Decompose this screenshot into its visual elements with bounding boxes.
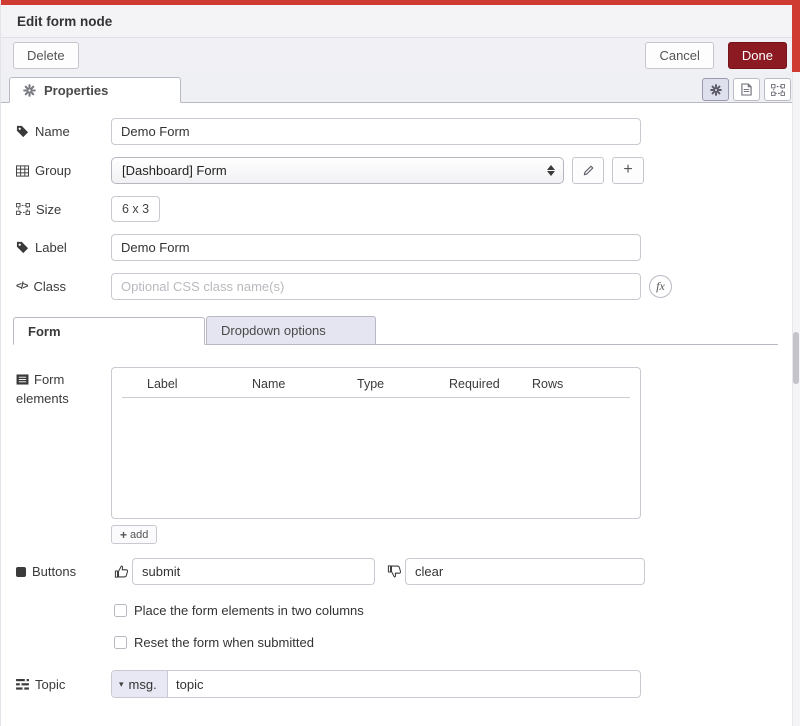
editor-bar-buttons [702,78,791,101]
label-label: Label [16,240,111,255]
reset-option: Reset the form when submitted [114,635,793,650]
clear-button-text-input[interactable] [405,558,645,585]
square-icon [16,567,26,577]
dialog-title: Edit form node [17,14,112,29]
show-appearance-button[interactable] [764,78,791,101]
tab-dropdown-options[interactable]: Dropdown options [206,316,376,344]
select-arrows-icon [547,165,555,176]
two-columns-label[interactable]: Place the form elements in two columns [134,603,364,618]
group-select[interactable]: [Dashboard] Form [111,157,564,184]
topic-label: Topic [16,677,111,692]
topic-typed-input[interactable]: ▾ msg. topic [111,670,641,698]
plus-icon: + [120,528,127,542]
class-input[interactable] [111,273,641,300]
group-row: Group [Dashboard] Form + [16,157,793,184]
gear-icon [710,84,722,96]
gear-icon [23,84,36,97]
group-label: Group [16,163,111,178]
scrollbar-thumb[interactable] [793,332,799,384]
reset-checkbox[interactable] [114,636,127,649]
reset-label[interactable]: Reset the form when submitted [134,635,314,650]
show-description-button[interactable] [733,78,760,101]
label-row: Label [16,234,793,261]
column-header-type: Type [357,377,449,391]
properties-form: Name Group [Dashboard] Form + [1,103,793,726]
two-columns-checkbox[interactable] [114,604,127,617]
topic-type-label: msg. [129,677,157,692]
group-select-value: [Dashboard] Form [122,163,227,178]
column-header-rows: Rows [532,377,630,391]
class-label: </> Class [16,279,111,294]
form-elements-label: Form elements [16,371,111,409]
tab-form[interactable]: Form [13,317,205,345]
dialog-toolbar: Delete Cancel Done [1,38,800,72]
topic-value: topic [168,677,203,692]
tag-icon [16,125,29,138]
size-label: Size [16,202,111,217]
table-icon [16,165,29,177]
plus-icon: + [623,161,632,179]
class-row: </> Class fx [16,273,793,300]
buttons-row: Buttons [16,558,793,585]
column-header-name: Name [252,377,357,391]
document-icon [741,83,752,96]
tag-icon [16,241,29,254]
topic-type-selector[interactable]: ▾ msg. [112,671,168,697]
add-element-button[interactable]: +add [111,525,157,544]
label-input[interactable] [111,234,641,261]
thumbs-down-icon [387,564,402,579]
form-elements-table[interactable]: Label Name Type Required Rows [111,367,641,519]
pencil-icon [582,164,595,177]
tab-properties-label: Properties [44,83,108,98]
cancel-button[interactable]: Cancel [645,42,713,69]
thumbs-up-icon [114,564,129,579]
name-input[interactable] [111,118,641,145]
tab-properties[interactable]: Properties [9,77,181,103]
size-button[interactable]: 6 x 3 [111,196,160,222]
fx-button[interactable]: fx [649,275,672,298]
tasks-icon [16,679,29,690]
form-tabs: Form Dropdown options [13,316,778,345]
column-header-required: Required [449,377,532,391]
edit-group-button[interactable] [572,157,604,184]
dialog-header: Edit form node [1,5,800,38]
form-elements-empty-list [112,398,640,508]
editor-tab-bar: Properties [1,72,800,103]
list-alt-icon [16,374,29,385]
size-row: Size 6 x 3 [16,196,793,222]
chevron-down-icon: ▾ [119,679,124,690]
scrollbar-track[interactable] [792,72,800,726]
add-group-button[interactable]: + [612,157,644,184]
submit-button-text-input[interactable] [132,558,375,585]
form-elements-row: Form elements Label Name Type Required R… [16,367,793,544]
show-properties-button[interactable] [702,78,729,101]
topic-row: Topic ▾ msg. topic [16,670,793,698]
column-header-label: Label [147,377,252,391]
object-group-icon [16,203,30,215]
name-row: Name [16,118,793,145]
name-label: Name [16,124,111,139]
edit-node-dialog: Edit form node Delete Cancel Done Proper… [0,0,800,726]
two-columns-option: Place the form elements in two columns [114,603,793,618]
form-elements-header: Label Name Type Required Rows [122,377,630,398]
code-icon: </> [16,281,27,292]
object-group-icon [771,84,785,96]
buttons-label: Buttons [16,564,111,579]
toolbar-right-group: Cancel Done [645,42,787,69]
workspace-red-border-right [792,0,800,72]
delete-button[interactable]: Delete [13,42,79,69]
done-button[interactable]: Done [728,42,787,69]
